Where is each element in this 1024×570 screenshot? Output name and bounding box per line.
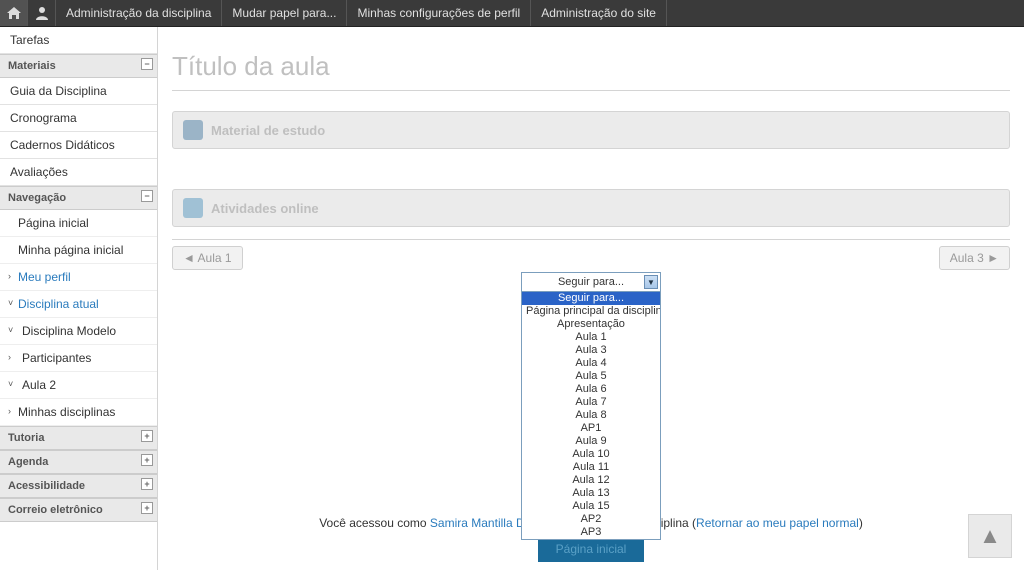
select-option[interactable]: Aula 4: [522, 357, 660, 370]
select-option[interactable]: Aula 13: [522, 487, 660, 500]
select-option[interactable]: Aula 12: [522, 474, 660, 487]
activities-icon: [183, 198, 203, 218]
section-label: Atividades online: [211, 201, 319, 216]
select-option[interactable]: AP3: [522, 526, 660, 539]
expand-icon[interactable]: +: [141, 478, 153, 490]
nav-pagina-inicial[interactable]: Página inicial: [0, 210, 157, 237]
select-option[interactable]: Aula 5: [522, 370, 660, 383]
jump-to-select[interactable]: Seguir para... ▼ Seguir para... Página p…: [521, 272, 661, 540]
block-header-correio[interactable]: Correio eletrônico+: [0, 498, 157, 522]
nav-participantes[interactable]: Participantes: [0, 345, 157, 372]
select-option[interactable]: Aula 7: [522, 396, 660, 409]
prev-section-button[interactable]: ◄ Aula 1: [172, 246, 243, 270]
block-title: Navegação: [8, 192, 66, 204]
sidebar-item-cadernos[interactable]: Cadernos Didáticos: [0, 132, 157, 159]
select-option[interactable]: Aula 9: [522, 435, 660, 448]
select-display[interactable]: Seguir para... ▼: [522, 273, 660, 291]
chevron-down-icon: [8, 379, 13, 389]
chevron-right-icon: [8, 406, 11, 416]
nav-aula-2[interactable]: Aula 2: [0, 372, 157, 399]
block-header-tutoria[interactable]: Tutoria+: [0, 426, 157, 450]
collapse-icon[interactable]: −: [141, 190, 153, 202]
select-option[interactable]: Aula 1: [522, 331, 660, 344]
block-header-navegacao[interactable]: Navegação −: [0, 186, 157, 210]
block-header-materiais[interactable]: Materiais −: [0, 54, 157, 78]
nav-minhas-disciplinas[interactable]: Minhas disciplinas: [0, 399, 157, 426]
section-activities: Atividades online: [172, 189, 1010, 227]
user-link[interactable]: Samira Mantilla DI: [430, 516, 528, 530]
select-option[interactable]: Apresentação: [522, 318, 660, 331]
select-option[interactable]: Aula 3: [522, 344, 660, 357]
expand-icon[interactable]: +: [141, 430, 153, 442]
next-section-button[interactable]: Aula 3 ►: [939, 246, 1010, 270]
menu-config-perfil[interactable]: Minhas configurações de perfil: [347, 0, 531, 26]
select-option[interactable]: Aula 11: [522, 461, 660, 474]
block-header-acessibilidade[interactable]: Acessibilidade+: [0, 474, 157, 498]
chevron-down-icon: ▼: [644, 275, 658, 289]
select-option[interactable]: Aula 6: [522, 383, 660, 396]
select-options-list: Seguir para... Página principal da disci…: [522, 291, 660, 539]
select-option[interactable]: Aula 10: [522, 448, 660, 461]
select-option[interactable]: Aula 8: [522, 409, 660, 422]
select-option[interactable]: Aula 15: [522, 500, 660, 513]
block-header-agenda[interactable]: Agenda+: [0, 450, 157, 474]
sidebar-item-cronograma[interactable]: Cronograma: [0, 105, 157, 132]
select-option[interactable]: AP2: [522, 513, 660, 526]
nav-minha-pagina[interactable]: Minha página inicial: [0, 237, 157, 264]
expand-icon[interactable]: +: [141, 502, 153, 514]
page-title: Título da aula: [172, 37, 1010, 91]
section-label: Material de estudo: [211, 123, 325, 138]
select-option[interactable]: AP1: [522, 422, 660, 435]
sidebar: Tarefas Materiais − Guia da Disciplina C…: [0, 27, 158, 570]
chevron-down-icon: [8, 325, 13, 335]
home-icon[interactable]: [0, 0, 28, 26]
section-material: Material de estudo: [172, 111, 1010, 149]
select-option[interactable]: Página principal da disciplina: [522, 305, 660, 318]
main-content: Título da aula Material de estudo Ativid…: [158, 27, 1024, 570]
chevron-right-icon: [8, 271, 11, 281]
topbar: Administração da disciplina Mudar papel …: [0, 0, 1024, 27]
user-icon[interactable]: [28, 0, 56, 26]
chevron-right-icon: [8, 352, 11, 362]
sidebar-item-guia[interactable]: Guia da Disciplina: [0, 78, 157, 105]
block-title: Materiais: [8, 60, 56, 72]
nav-meu-perfil[interactable]: Meu perfil: [0, 264, 157, 291]
menu-admin-disciplina[interactable]: Administração da disciplina: [56, 0, 222, 26]
nav-disciplina-atual[interactable]: Disciplina atual: [0, 291, 157, 318]
menu-mudar-papel[interactable]: Mudar papel para...: [222, 0, 347, 26]
select-option[interactable]: Seguir para...: [522, 292, 660, 305]
collapse-icon[interactable]: −: [141, 58, 153, 70]
chevron-down-icon: [8, 298, 13, 308]
scroll-top-button[interactable]: ▲: [968, 514, 1012, 558]
sidebar-item-tarefas[interactable]: Tarefas: [0, 27, 157, 54]
section-nav-row: ◄ Aula 1 Aula 3 ►: [172, 239, 1010, 270]
sidebar-item-avaliacoes[interactable]: Avaliações: [0, 159, 157, 186]
menu-admin-site[interactable]: Administração do site: [531, 0, 667, 26]
nav-disciplina-modelo[interactable]: Disciplina Modelo: [0, 318, 157, 345]
material-icon: [183, 120, 203, 140]
expand-icon[interactable]: +: [141, 454, 153, 466]
return-role-link[interactable]: Retornar ao meu papel normal: [696, 516, 859, 530]
